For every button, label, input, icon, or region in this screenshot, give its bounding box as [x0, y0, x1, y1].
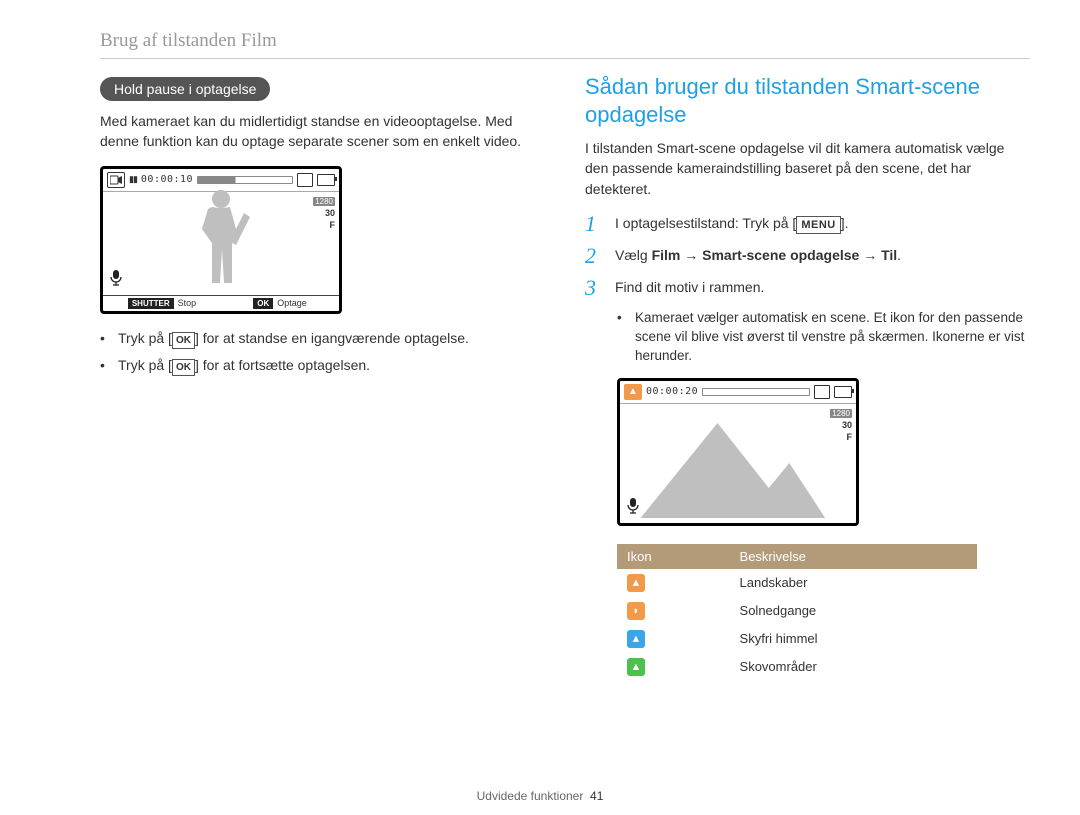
- step-item: 1I optagelsestilstand: Tryk på [MENU].: [585, 213, 1030, 235]
- step-list: 1I optagelsestilstand: Tryk på [MENU]. 2V…: [585, 213, 1030, 299]
- scene-label: Landskaber: [730, 569, 977, 597]
- progress-bar: [197, 176, 293, 184]
- ok-label: OK: [253, 298, 273, 309]
- th-desc: Beskrivelse: [730, 544, 977, 569]
- table-row: ▲ Skyfri himmel: [617, 625, 977, 653]
- scene-icon: ▲: [627, 630, 645, 648]
- fps-badge: 30: [325, 208, 335, 218]
- step-number: 3: [585, 277, 603, 299]
- step-number: 2: [585, 245, 603, 267]
- resolution-badge: 1280: [313, 197, 335, 206]
- mountain-silhouette: [620, 408, 856, 523]
- menu-button-glyph: MENU: [796, 216, 840, 235]
- video-mode-icon: [107, 172, 125, 188]
- table-row: ▲ Landskaber: [617, 569, 977, 597]
- camera-lcd-illustration-pause: ▮▮ 00:00:10 1280 30 F: [100, 166, 342, 314]
- recording-time: 00:00:10: [141, 174, 193, 185]
- lcd-bottom-bar: SHUTTER Stop OK Optage: [103, 295, 339, 311]
- card-icon: [814, 385, 830, 399]
- section-intro: I tilstanden Smart-scene opdagelse vil d…: [585, 138, 1030, 199]
- left-column: Hold pause i optagelse Med kameraet kan …: [100, 77, 545, 681]
- right-column: Sådan bruger du tilstanden Smart-scene o…: [585, 77, 1030, 681]
- pause-icon: ▮▮: [129, 174, 137, 185]
- ok-button-glyph: OK: [172, 332, 195, 349]
- instruction-item: •Tryk på [OK] for at standse en igangvær…: [100, 328, 545, 349]
- page-number: 41: [590, 789, 603, 803]
- instruction-item: •Tryk på [OK] for at fortsætte optagelse…: [100, 355, 545, 376]
- f-badge: F: [330, 220, 336, 230]
- step-note-list: •Kameraet vælger automatisk en scene. Et…: [617, 309, 1030, 366]
- scene-label: Skovområder: [730, 653, 977, 681]
- subsection-pill: Hold pause i optagelse: [100, 77, 270, 101]
- table-row: ◗ Solnedgange: [617, 597, 977, 625]
- step-item: 3Find dit motiv i rammen.: [585, 277, 1030, 299]
- divider: [100, 58, 1030, 59]
- step-note: Kameraet vælger automatisk en scene. Et …: [635, 309, 1030, 366]
- scene-label: Solnedgange: [730, 597, 977, 625]
- shutter-label: SHUTTER: [128, 298, 174, 309]
- step-number: 1: [585, 213, 603, 235]
- recording-time: 00:00:20: [646, 386, 698, 397]
- person-silhouette: [186, 187, 256, 292]
- card-icon: [297, 173, 313, 187]
- section-heading: Sådan bruger du tilstanden Smart-scene o…: [585, 73, 1030, 128]
- mic-icon: [109, 270, 123, 289]
- page-section-title: Brug af tilstanden Film: [100, 30, 1030, 52]
- table-row: ▲ Skovområder: [617, 653, 977, 681]
- scene-label: Skyfri himmel: [730, 625, 977, 653]
- progress-bar: [702, 388, 810, 396]
- ok-button-glyph: OK: [172, 359, 195, 376]
- record-label: Optage: [277, 298, 307, 308]
- stop-label: Stop: [178, 298, 197, 308]
- step-item: 2Vælg Film → Smart-scene opdagelse → Til…: [585, 245, 1030, 267]
- footer-section: Udvidede funktioner: [477, 789, 584, 803]
- instruction-list: •Tryk på [OK] for at standse en igangvær…: [100, 328, 545, 376]
- battery-icon: [834, 386, 852, 398]
- battery-icon: [317, 174, 335, 186]
- scene-icon: ▲: [627, 658, 645, 676]
- scene-icon: ▲: [627, 574, 645, 592]
- th-icon: Ikon: [617, 544, 730, 569]
- landscape-scene-icon: ▲: [624, 384, 642, 400]
- icon-table: Ikon Beskrivelse ▲ Landskaber ◗ Solnedgange…: [617, 544, 977, 681]
- camera-lcd-illustration-scene: ▲ 00:00:20 1280 30 F: [617, 378, 859, 526]
- intro-paragraph: Med kameraet kan du midlertidigt standse…: [100, 111, 545, 152]
- page-footer: Udvidede funktioner 41: [0, 789, 1080, 803]
- scene-icon: ◗: [627, 602, 645, 620]
